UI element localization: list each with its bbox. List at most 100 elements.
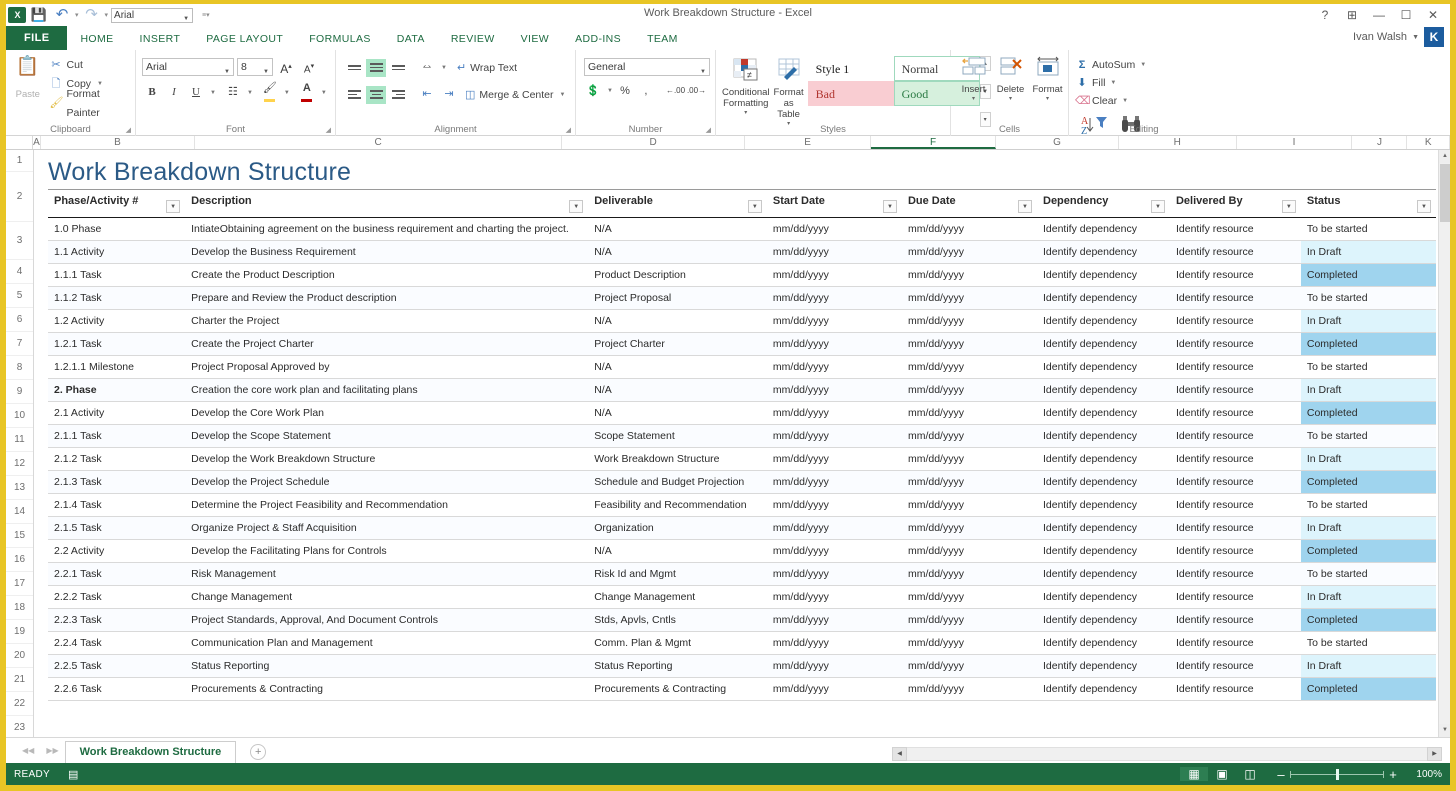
cell-due-date[interactable]: mm/dd/yyyy xyxy=(901,493,1037,517)
align-bottom-button[interactable] xyxy=(388,59,408,77)
cell-start-date[interactable]: mm/dd/yyyy xyxy=(766,654,902,678)
cell-start-date[interactable]: mm/dd/yyyy xyxy=(766,240,902,264)
cell-phase-activity[interactable]: 1.2.1 Task xyxy=(48,332,186,356)
table-row[interactable]: 1.1.1 Task Create the Product Description… xyxy=(48,263,1436,287)
cut-button[interactable]: ✂ Cut xyxy=(50,56,135,75)
font-color-dropdown-icon[interactable]: ▼ xyxy=(321,90,327,96)
row-header-13[interactable]: 13 xyxy=(6,476,33,500)
fill-button[interactable]: ⬇ Fill ▼ xyxy=(1075,74,1151,92)
cell-delivered-by[interactable]: Identify resource xyxy=(1169,585,1301,609)
column-header-E[interactable]: E xyxy=(745,136,871,149)
cell-dependency[interactable]: Identify dependency xyxy=(1037,263,1170,287)
filter-icon-status[interactable]: ▼ xyxy=(1417,200,1431,213)
row-header-20[interactable]: 20 xyxy=(6,644,33,668)
cell-delivered-by[interactable]: Identify resource xyxy=(1169,539,1301,563)
zoom-out-button[interactable]: – xyxy=(1272,767,1290,782)
cell-description[interactable]: Develop the Scope Statement xyxy=(185,424,589,448)
tab-add-ins[interactable]: ADD-INS xyxy=(562,26,634,50)
cell-due-date[interactable]: mm/dd/yyyy xyxy=(901,539,1037,563)
cell-start-date[interactable]: mm/dd/yyyy xyxy=(766,263,902,287)
cell-description[interactable]: Creation the core work plan and facilita… xyxy=(185,378,589,402)
first-sheet-icon[interactable]: ◀◀ xyxy=(16,739,40,763)
cell-deliverable[interactable]: Change Management xyxy=(588,585,767,609)
filter-icon-due-date[interactable]: ▼ xyxy=(1018,200,1032,213)
cell-deliverable[interactable]: Risk Id and Mgmt xyxy=(588,562,767,586)
table-row[interactable]: 2.1.5 Task Organize Project & Staff Acqui… xyxy=(48,516,1436,540)
increase-indent-button[interactable]: ⇥ xyxy=(439,85,459,104)
column-header-F[interactable]: F xyxy=(870,136,997,149)
cell-phase-activity[interactable]: 2. Phase xyxy=(48,378,186,402)
cell-description[interactable]: Charter the Project xyxy=(185,309,589,333)
cell-status[interactable]: To be started xyxy=(1300,217,1436,241)
align-center-button[interactable] xyxy=(366,85,386,104)
cell-status[interactable]: To be started xyxy=(1300,424,1436,448)
chevron-down-icon[interactable]: ▾ xyxy=(722,109,770,116)
filter-icon-deliverable[interactable]: ▼ xyxy=(747,200,762,213)
cell-dependency[interactable]: Identify dependency xyxy=(1037,332,1170,356)
accounting-dropdown-icon[interactable]: ▼ xyxy=(607,88,613,94)
cell-start-date[interactable]: mm/dd/yyyy xyxy=(766,493,902,517)
table-row[interactable]: 1.1 Activity Develop the Business Require… xyxy=(48,240,1436,264)
conditional-formatting-button[interactable]: ≠ Conditional Formatting ▾ xyxy=(722,55,770,127)
cell-due-date[interactable]: mm/dd/yyyy xyxy=(901,240,1037,264)
row-header-22[interactable]: 22 xyxy=(6,692,33,716)
col-header-status[interactable]: Status ▼ xyxy=(1300,190,1436,218)
cell-delivered-by[interactable]: Identify resource xyxy=(1169,309,1301,333)
cell-delivered-by[interactable]: Identify resource xyxy=(1169,677,1301,701)
cell-due-date[interactable]: mm/dd/yyyy xyxy=(901,309,1037,333)
sheet-tab-work-breakdown-structure[interactable]: Work Breakdown Structure xyxy=(64,741,237,763)
cell-status[interactable]: In Draft xyxy=(1300,585,1436,609)
account-area[interactable]: Ivan Walsh ▼ K xyxy=(1353,27,1444,47)
cell-dependency[interactable]: Identify dependency xyxy=(1037,608,1170,632)
cell-delivered-by[interactable]: Identify resource xyxy=(1169,608,1301,632)
fill-color-dropdown-icon[interactable]: ▼ xyxy=(284,90,290,96)
cell-status[interactable]: Completed xyxy=(1300,470,1436,494)
cell-deliverable[interactable]: Project Proposal xyxy=(588,286,767,310)
col-header-dependency[interactable]: Dependency ▼ xyxy=(1037,190,1170,218)
row-header-12[interactable]: 12 xyxy=(6,452,33,476)
horizontal-scroll-track[interactable] xyxy=(907,747,1427,761)
cell-phase-activity[interactable]: 2.1.1 Task xyxy=(48,424,186,448)
cell-start-date[interactable]: mm/dd/yyyy xyxy=(766,217,902,241)
accounting-format-button[interactable]: 💲 xyxy=(584,84,602,97)
chevron-down-icon[interactable]: ▾ xyxy=(955,95,992,102)
row-header-18[interactable]: 18 xyxy=(6,596,33,620)
format-as-table-button[interactable]: Format as Table ▾ xyxy=(774,55,804,127)
cell-start-date[interactable]: mm/dd/yyyy xyxy=(766,378,902,402)
font-size-input[interactable]: 8 ▼ xyxy=(237,57,273,76)
filter-icon-phase[interactable]: ▼ xyxy=(166,200,181,213)
cell-dependency[interactable]: Identify dependency xyxy=(1037,240,1170,264)
table-row[interactable]: 2.2.3 Task Project Standards, Approval, A… xyxy=(48,608,1436,632)
cell-dependency[interactable]: Identify dependency xyxy=(1037,424,1170,448)
cell-phase-activity[interactable]: 2.1.3 Task xyxy=(48,470,186,494)
cell-due-date[interactable]: mm/dd/yyyy xyxy=(901,424,1037,448)
align-left-button[interactable] xyxy=(344,86,364,104)
restore-icon[interactable]: ☐ xyxy=(1393,6,1419,24)
cell-phase-activity[interactable]: 1.2 Activity xyxy=(48,309,186,333)
cell-delivered-by[interactable]: Identify resource xyxy=(1169,493,1301,517)
cell-description[interactable]: Communication Plan and Management xyxy=(185,631,589,655)
add-sheet-button[interactable]: + xyxy=(250,744,267,760)
cell-start-date[interactable]: mm/dd/yyyy xyxy=(766,309,902,333)
cell-status[interactable]: In Draft xyxy=(1300,240,1436,264)
cell-phase-activity[interactable]: 2.2.6 Task xyxy=(48,677,186,701)
cell-start-date[interactable]: mm/dd/yyyy xyxy=(766,424,902,448)
cell-deliverable[interactable]: Procurements & Contracting xyxy=(588,677,767,701)
row-header-14[interactable]: 14 xyxy=(6,500,33,524)
cell-status[interactable]: Completed xyxy=(1300,608,1436,632)
table-row[interactable]: 2.2.6 Task Procurements & Contracting Proc… xyxy=(48,677,1436,701)
borders-dropdown-icon[interactable]: ▼ xyxy=(247,90,253,96)
cell-description[interactable]: Develop the Facilitating Plans for Contr… xyxy=(185,539,589,563)
cell-dependency[interactable]: Identify dependency xyxy=(1037,401,1170,425)
row-header-10[interactable]: 10 xyxy=(6,404,33,428)
cell-dependency[interactable]: Identify dependency xyxy=(1037,286,1170,310)
cell-status[interactable]: Completed xyxy=(1300,539,1436,563)
cell-phase-activity[interactable]: 1.1 Activity xyxy=(48,240,186,264)
wrap-text-button[interactable]: ↵ Wrap Text xyxy=(457,61,517,75)
cell-description[interactable]: Organize Project & Staff Acquisition xyxy=(185,516,589,540)
minimize-icon[interactable]: — xyxy=(1366,6,1392,24)
row-header-2[interactable]: 2 xyxy=(6,172,33,222)
paste-button[interactable]: 📋 Paste xyxy=(6,53,50,117)
underline-dropdown-icon[interactable]: ▼ xyxy=(210,90,216,96)
chevron-down-icon[interactable]: ▼ xyxy=(1110,74,1116,92)
